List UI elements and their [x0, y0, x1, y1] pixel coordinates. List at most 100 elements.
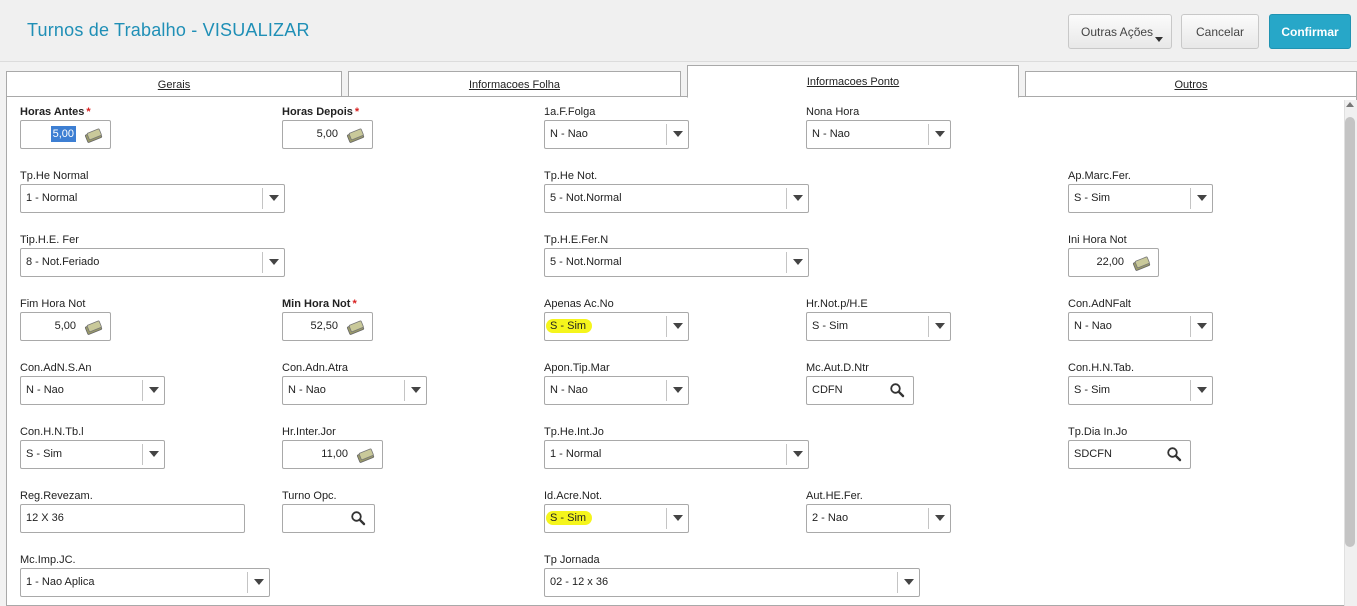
ini-hora-not-label: Ini Hora Not	[1068, 234, 1127, 246]
nona-hora-select[interactable]: N - Nao	[806, 120, 951, 149]
chevron-down-icon[interactable]	[786, 444, 808, 465]
con-adn-atra-label: Con.Adn.Atra	[282, 362, 349, 374]
nona-hora-label: Nona Hora	[806, 106, 860, 118]
money-icon[interactable]	[356, 447, 376, 463]
mc-imp-jc-label: Mc.Imp.JC.	[20, 554, 76, 566]
chevron-down-icon[interactable]	[666, 380, 688, 401]
cancel-button[interactable]: Cancelar	[1181, 14, 1259, 49]
turno-opc-lookup[interactable]	[282, 504, 375, 533]
ap-marc-fer-select[interactable]: S - Sim	[1068, 184, 1213, 213]
aut-he-fer-label: Aut.HE.Fer.	[806, 490, 863, 502]
con-adn-atra-select[interactable]: N - Nao	[282, 376, 427, 405]
confirm-button[interactable]: Confirmar	[1269, 14, 1351, 49]
tp-he-int-jo-select[interactable]: 1 - Normal	[544, 440, 809, 469]
chevron-down-icon[interactable]	[142, 444, 164, 465]
tab-gerais[interactable]: Gerais	[6, 71, 342, 98]
chevron-down-icon[interactable]	[928, 316, 950, 337]
tp-he-fer-n-select[interactable]: 5 - Not.Normal	[544, 248, 809, 277]
hr-not-he-select[interactable]: S - Sim	[806, 312, 951, 341]
tab-informacoes-ponto[interactable]: Informacoes Ponto	[687, 65, 1019, 98]
chevron-down-icon[interactable]	[666, 124, 688, 145]
id-acre-not-select[interactable]: S - Sim	[544, 504, 689, 533]
tp-dia-in-jo-value: SDCFN	[1074, 448, 1112, 460]
chevron-down-icon[interactable]	[262, 252, 284, 273]
tp-he-normal-select[interactable]: 1 - Normal	[20, 184, 285, 213]
chevron-down-icon[interactable]	[786, 252, 808, 273]
ap-marc-fer-value: S - Sim	[1074, 192, 1111, 204]
chevron-down-icon[interactable]	[1190, 316, 1212, 337]
tp-he-not-value: 5 - Not.Normal	[550, 192, 622, 204]
tip-he-fer-select[interactable]: 8 - Not.Feriado	[20, 248, 285, 277]
more-actions-label: Outras Ações	[1081, 24, 1154, 39]
chevron-down-icon[interactable]	[142, 380, 164, 401]
folga-label: 1a.F.Folga	[544, 106, 596, 118]
chevron-down-icon[interactable]	[897, 572, 919, 593]
aut-he-fer-select[interactable]: 2 - Nao	[806, 504, 951, 533]
tp-he-fer-n-value: 5 - Not.Normal	[550, 256, 622, 268]
chevron-down-icon[interactable]	[786, 188, 808, 209]
chevron-down-icon[interactable]	[666, 316, 688, 337]
chevron-down-icon[interactable]	[928, 508, 950, 529]
tp-jornada-select[interactable]: 02 - 12 x 36	[544, 568, 920, 597]
con-adn-s-an-select[interactable]: N - Nao	[20, 376, 165, 405]
page-header: Turnos de Trabalho - VISUALIZAR Outras A…	[0, 0, 1357, 62]
scrollbar-thumb[interactable]	[1345, 117, 1355, 547]
tab-label: Informacoes Ponto	[806, 75, 900, 88]
horas-depois-label: Horas Depois *	[282, 106, 360, 118]
tab-outros[interactable]: Outros	[1025, 71, 1357, 98]
chevron-down-icon[interactable]	[404, 380, 426, 401]
apon-tip-mar-value: N - Nao	[550, 384, 588, 396]
chevron-down-icon[interactable]	[247, 572, 269, 593]
mc-aut-d-ntr-label: Mc.Aut.D.Ntr	[806, 362, 869, 374]
con-adn-s-an-label: Con.AdN.S.An	[20, 362, 92, 374]
con-h-n-tb-l-label: Con.H.N.Tb.l	[20, 426, 84, 438]
apon-tip-mar-select[interactable]: N - Nao	[544, 376, 689, 405]
money-icon[interactable]	[1132, 255, 1152, 271]
folga-value: N - Nao	[550, 128, 588, 140]
fim-hora-not-label: Fim Hora Not	[20, 298, 86, 310]
chevron-down-icon[interactable]	[1190, 188, 1212, 209]
con-h-n-tab-value: S - Sim	[1074, 384, 1111, 396]
tab-label: Outros	[1174, 79, 1208, 91]
money-icon[interactable]	[346, 319, 366, 335]
tp-he-not-label: Tp.He Not.	[544, 170, 598, 182]
apenas-ac-no-select[interactable]: S - Sim	[544, 312, 689, 341]
con-adnfalt-select[interactable]: N - Nao	[1068, 312, 1213, 341]
apenas-ac-no-value: S - Sim	[546, 313, 593, 340]
hr-not-he-label: Hr.Not.p/H.E	[806, 298, 868, 310]
mc-imp-jc-value: 1 - Nao Aplica	[26, 576, 95, 588]
mc-aut-d-ntr-lookup[interactable]: CDFN	[806, 376, 914, 405]
chevron-down-icon[interactable]	[666, 508, 688, 529]
chevron-down-icon[interactable]	[928, 124, 950, 145]
min-hora-not-field[interactable]: 52,50	[282, 312, 373, 341]
hr-inter-jor-label: Hr.Inter.Jor	[282, 426, 336, 438]
reg-revezam-input[interactable]: 12 X 36	[20, 504, 245, 533]
search-icon[interactable]	[889, 382, 905, 398]
ini-hora-not-field[interactable]: 22,00	[1068, 248, 1159, 277]
con-h-n-tab-select[interactable]: S - Sim	[1068, 376, 1213, 405]
con-adn-atra-value: N - Nao	[288, 384, 326, 396]
search-icon[interactable]	[1166, 446, 1182, 462]
money-icon[interactable]	[346, 127, 366, 143]
fim-hora-not-field[interactable]: 5,00	[20, 312, 111, 341]
tab-informacoes-folha[interactable]: Informacoes Folha	[348, 71, 681, 98]
more-actions-button[interactable]: Outras Ações	[1068, 14, 1172, 49]
tp-he-int-jo-value: 1 - Normal	[550, 448, 602, 460]
scroll-up-icon[interactable]	[1346, 102, 1354, 107]
hr-inter-jor-field[interactable]: 11,00	[282, 440, 383, 469]
tp-he-not-select[interactable]: 5 - Not.Normal	[544, 184, 809, 213]
tp-he-int-jo-label: Tp.He.Int.Jo	[544, 426, 604, 438]
search-icon[interactable]	[350, 510, 366, 526]
folga-select[interactable]: N - Nao	[544, 120, 689, 149]
con-h-n-tb-l-select[interactable]: S - Sim	[20, 440, 165, 469]
money-icon[interactable]	[84, 319, 104, 335]
horas-depois-field[interactable]: 5,00	[282, 120, 373, 149]
chevron-down-icon[interactable]	[1190, 380, 1212, 401]
tp-dia-in-jo-lookup[interactable]: SDCFN	[1068, 440, 1191, 469]
horas-antes-field[interactable]: 5,00	[20, 120, 111, 149]
money-icon[interactable]	[84, 127, 104, 143]
chevron-down-icon[interactable]	[262, 188, 284, 209]
min-hora-not-label: Min Hora Not *	[282, 298, 357, 310]
min-hora-not-value: 52,50	[310, 320, 338, 332]
mc-imp-jc-select[interactable]: 1 - Nao Aplica	[20, 568, 270, 597]
